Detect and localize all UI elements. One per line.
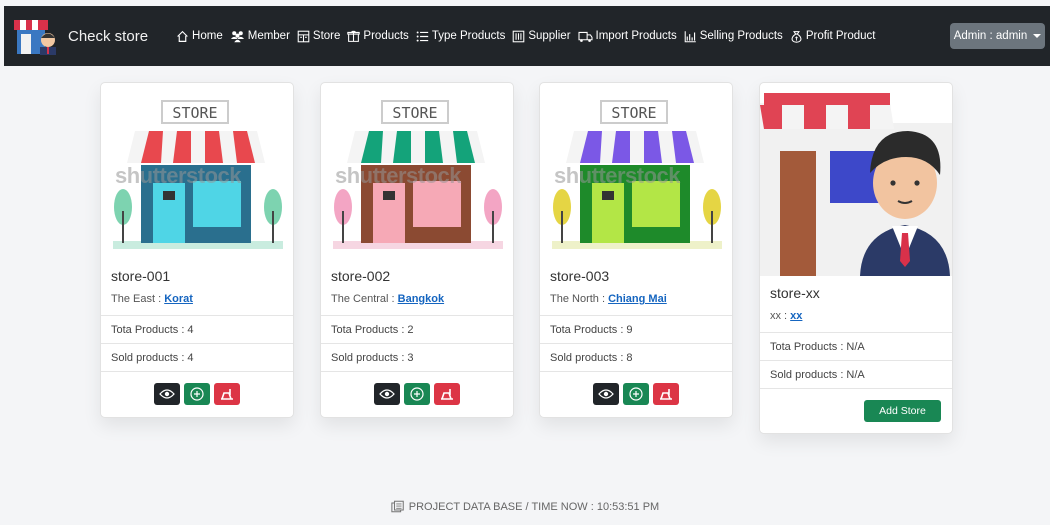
eye-icon	[379, 388, 395, 399]
nav-store[interactable]: Store	[297, 30, 341, 43]
nav-label: Type Products	[431, 30, 506, 42]
store-region: The Central : Bangkok	[331, 293, 503, 305]
shop-logo-icon	[14, 16, 58, 56]
eye-icon	[159, 388, 175, 399]
nav-selling-products[interactable]: Selling Products	[684, 30, 783, 43]
store-sign-text: STORE	[172, 104, 217, 122]
brand-title: Check store	[68, 27, 149, 45]
nav-label: Home	[192, 30, 223, 42]
store-card: STORE shutterstock store-003 The North :…	[539, 82, 733, 418]
region-link[interactable]: xx	[790, 310, 802, 322]
box-icon	[347, 30, 361, 42]
nav-import-products[interactable]: Import Products	[578, 30, 677, 43]
database-icon	[391, 500, 404, 513]
store-card: STORE shutterstock store-002 The Central…	[320, 82, 514, 418]
nav-label: Import Products	[595, 30, 677, 42]
cart-icon	[660, 388, 672, 400]
region-link[interactable]: Chiang Mai	[608, 293, 667, 305]
view-button[interactable]	[593, 382, 619, 405]
sold-products: Sold products : 8	[540, 343, 732, 371]
store-sign-text: STORE	[611, 104, 656, 122]
eye-icon	[598, 388, 614, 399]
store-image: STORE shutterstock	[540, 83, 732, 259]
nav-label: Member	[247, 30, 290, 42]
add-store-button[interactable]: Add Store	[864, 399, 941, 422]
card-actions	[101, 371, 293, 415]
region-prefix: The North :	[550, 293, 609, 305]
add-product-button[interactable]	[184, 382, 210, 405]
store-name: store-002	[331, 268, 391, 284]
sell-button[interactable]	[434, 382, 460, 405]
store-image: STORE shutterstock	[321, 83, 513, 259]
sell-button[interactable]	[214, 382, 240, 405]
list-icon	[416, 30, 428, 42]
region-prefix: xx :	[770, 310, 791, 322]
plus-circle-icon	[410, 386, 424, 401]
sold-products: Sold products : N/A	[760, 360, 952, 388]
add-product-button[interactable]	[623, 382, 649, 405]
region-link[interactable]: Korat	[164, 293, 193, 305]
nav-label: Store	[312, 30, 341, 42]
store-region: The North : Chiang Mai	[550, 293, 722, 305]
card-actions	[540, 371, 732, 415]
nav-supplier[interactable]: Supplier	[512, 30, 571, 43]
nav-member[interactable]: Member	[230, 30, 290, 43]
top-navbar: Check store Home Member Store Products T…	[4, 6, 1050, 66]
user-menu-label: Admin : admin	[953, 30, 1028, 42]
store-sign-text: STORE	[392, 104, 437, 122]
total-products: Tota Products : N/A	[760, 332, 952, 360]
plus-circle-icon	[190, 386, 204, 401]
store-icon	[297, 30, 310, 42]
add-product-button[interactable]	[404, 382, 430, 405]
watermark-text: shutterstock	[115, 163, 242, 188]
total-products: Tota Products : 2	[321, 315, 513, 343]
store-card: STORE shutterstock store-001 The East : …	[100, 82, 294, 418]
store-image: STORE shutterstock	[101, 83, 293, 259]
store-name: store-001	[111, 268, 171, 284]
cart-icon	[441, 388, 453, 400]
new-store-card: store-xx xx : xx Tota Products : N/A Sol…	[759, 82, 953, 434]
store-name: store-003	[550, 268, 610, 284]
brand[interactable]: Check store	[14, 16, 148, 56]
total-products: Tota Products : 9	[540, 315, 732, 343]
sold-products: Sold products : 3	[321, 343, 513, 371]
truck-icon	[578, 31, 593, 42]
nav-home[interactable]: Home	[176, 30, 223, 43]
nav-label: Profit Product	[805, 30, 876, 42]
nav-profit-product[interactable]: Profit Product	[790, 30, 876, 43]
plus-circle-icon	[629, 386, 643, 401]
nav-products[interactable]: Products	[347, 30, 409, 43]
caret-down-icon	[1033, 34, 1042, 38]
nav-type-products[interactable]: Type Products	[416, 30, 506, 43]
store-region: xx : xx	[770, 310, 942, 322]
chart-icon	[684, 30, 696, 42]
building-icon	[513, 30, 525, 42]
people-icon	[230, 30, 244, 42]
store-name: store-xx	[770, 285, 820, 301]
region-prefix: The East :	[111, 293, 165, 305]
sell-button[interactable]	[653, 382, 679, 405]
main-nav: Home Member Store Products Type Products…	[176, 30, 882, 43]
home-icon	[177, 30, 188, 42]
region-link[interactable]: Bangkok	[398, 293, 444, 305]
region-prefix: The Central :	[331, 293, 398, 305]
store-region: The East : Korat	[111, 293, 283, 305]
view-button[interactable]	[374, 382, 400, 405]
watermark-text: shutterstock	[554, 163, 681, 188]
shopkeeper-image	[760, 83, 952, 276]
total-products: Tota Products : 4	[101, 315, 293, 343]
footer: PROJECT DATA BASE / TIME NOW : 10:53:51 …	[0, 500, 1050, 513]
card-actions: Add Store	[760, 388, 952, 432]
footer-text: PROJECT DATA BASE / TIME NOW : 10:53:51 …	[408, 500, 660, 513]
nav-label: Selling Products	[699, 30, 783, 42]
sold-products: Sold products : 4	[101, 343, 293, 371]
nav-label: Products	[363, 30, 409, 42]
view-button[interactable]	[154, 382, 180, 405]
watermark-text: shutterstock	[335, 163, 462, 188]
user-menu-button[interactable]: Admin : admin	[950, 23, 1045, 49]
moneybag-icon	[791, 30, 802, 43]
cart-icon	[221, 388, 233, 400]
card-actions	[321, 371, 513, 415]
nav-label: Supplier	[528, 30, 571, 42]
